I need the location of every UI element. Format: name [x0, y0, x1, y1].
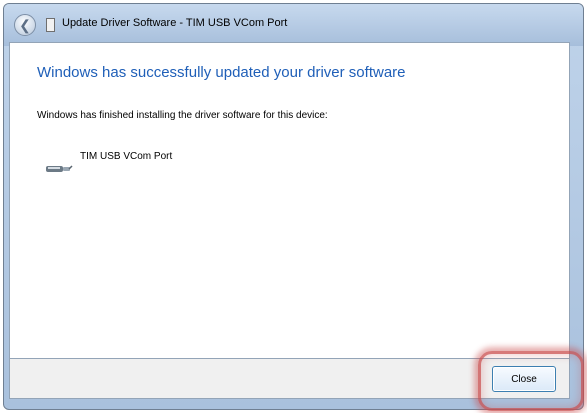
content-panel: Windows has successfully updated your dr…	[9, 42, 570, 359]
window-icon	[46, 18, 55, 32]
button-footer	[9, 359, 570, 399]
title-bar: ❮ Update Driver Software - TIM USB VCom …	[4, 4, 583, 46]
usb-cable-icon	[46, 165, 73, 172]
back-button[interactable]: ❮	[14, 14, 36, 36]
close-button[interactable]: Close	[492, 366, 556, 392]
status-message: Windows has finished installing the driv…	[37, 110, 328, 121]
back-arrow-icon: ❮	[19, 17, 31, 33]
window-title: Update Driver Software - TIM USB VCom Po…	[62, 17, 288, 29]
success-heading: Windows has successfully updated your dr…	[37, 64, 406, 81]
device-name: TIM USB VCom Port	[80, 151, 173, 162]
